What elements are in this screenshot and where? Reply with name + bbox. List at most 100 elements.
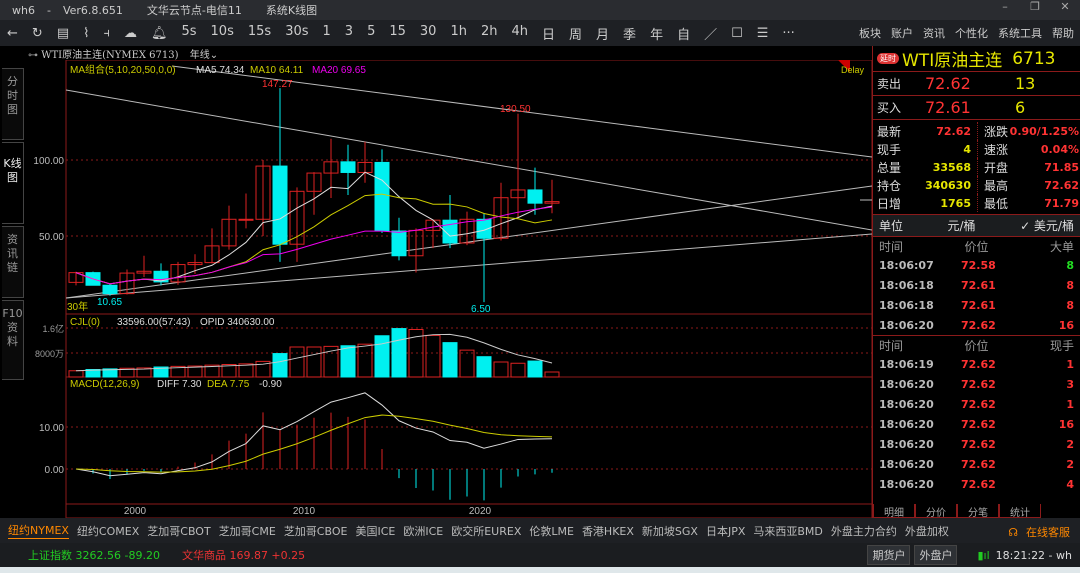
market-tab[interactable]: 美国ICE xyxy=(355,523,395,539)
open-interest-value: OPID 340630.00 xyxy=(200,317,275,328)
volume-bar xyxy=(527,360,543,378)
back-icon[interactable]: ← xyxy=(0,26,25,41)
period-16[interactable]: 年 xyxy=(643,24,670,43)
ma20-line xyxy=(75,206,553,285)
volume-bar xyxy=(391,328,407,378)
market-tab[interactable]: 香港HKEX xyxy=(582,523,634,539)
volume-bar xyxy=(510,362,526,378)
server-name: 文华云节点-电信11 xyxy=(146,4,242,17)
period-15[interactable]: 季 xyxy=(616,24,643,43)
column-header: 时间 xyxy=(879,239,904,254)
volume-bar xyxy=(544,371,560,378)
tab-2[interactable]: 分笔 xyxy=(957,504,999,519)
period-8[interactable]: 30 xyxy=(413,24,444,43)
line-chart-icon[interactable]: ⌇ xyxy=(76,26,96,41)
low2-label: 6.50 xyxy=(471,304,491,315)
volume-bar xyxy=(272,353,288,378)
ma5-value: MA5 74.34 xyxy=(196,65,245,76)
volume-bar xyxy=(442,342,458,378)
tab-1[interactable]: 分价 xyxy=(915,504,957,519)
layout-icon[interactable]: ☰ xyxy=(750,26,776,41)
table-row: 18:06:20 72.62 4 xyxy=(879,477,1074,491)
stat: 现手 4 xyxy=(877,142,971,157)
unit-yuan[interactable]: 元/桶 xyxy=(948,217,976,234)
period-17[interactable]: 自 xyxy=(670,24,697,43)
period-12[interactable]: 日 xyxy=(535,24,562,43)
period-4[interactable]: 1 xyxy=(316,24,338,43)
market-tab[interactable]: 欧洲ICE xyxy=(403,523,443,539)
period-11[interactable]: 4h xyxy=(504,24,535,43)
menu-item[interactable]: 帮助 xyxy=(1052,25,1074,41)
market-tab[interactable]: 外盘主力合约 xyxy=(831,523,897,539)
vol-tick: 8000万 xyxy=(35,349,64,359)
menu-item[interactable]: 系统工具 xyxy=(998,25,1042,41)
period-1[interactable]: 10s xyxy=(204,24,241,43)
market-tab[interactable]: 纽约NYMEX xyxy=(8,522,69,539)
stat: 涨跌 0.90/1.25% xyxy=(977,122,1080,140)
bell-icon[interactable]: 🔔︎ xyxy=(144,26,175,41)
table-row: 18:06:20 72.62 2 xyxy=(879,437,1074,451)
volume-bar xyxy=(459,349,475,378)
period-13[interactable]: 周 xyxy=(562,24,589,43)
market-tab[interactable]: 伦敦LME xyxy=(529,523,574,539)
market-tab[interactable]: 新加坡SGX xyxy=(642,523,698,539)
online-service[interactable]: ☊ 在线客服 xyxy=(1000,524,1070,540)
foreign-account-button[interactable]: 外盘户 xyxy=(914,545,958,565)
refresh-icon[interactable]: ↻ xyxy=(25,26,50,41)
market-tab[interactable]: 日本JPX xyxy=(706,523,745,539)
market-tab[interactable]: 芝加哥CBOE xyxy=(284,523,348,539)
futures-account-button[interactable]: 期货户 xyxy=(867,545,911,565)
period-10[interactable]: 2h xyxy=(474,24,505,43)
rectangle-icon[interactable]: ☐ xyxy=(724,26,750,41)
unit-usd[interactable]: ✓ 美元/桶 xyxy=(1020,217,1074,234)
stat: 持仓 340630 xyxy=(877,178,971,193)
market-tab[interactable]: 纽约COMEX xyxy=(77,523,139,539)
menu-item[interactable]: 个性化 xyxy=(955,25,988,41)
menu-item[interactable]: 账户 xyxy=(891,25,913,41)
period-0[interactable]: 5s xyxy=(174,24,203,43)
candle-icon[interactable]: ⫞ xyxy=(96,26,117,41)
period-3[interactable]: 30s xyxy=(278,24,315,43)
toolbar: ← ↻ ▤ ⌇ ⫞ ☁ 🔔︎ 5s 10s 15s 30s 1 3 5 15 30 1h 2h 4h 日… xyxy=(0,20,1080,46)
candle-body xyxy=(374,161,390,232)
kline-chart[interactable]: 100.00 50.00 1.6亿 8000万 10.00 0.00 2000 … xyxy=(0,60,872,518)
column-header: 时间 xyxy=(879,338,904,353)
delay-badge: 延时 xyxy=(877,53,899,64)
market-tab[interactable]: 欧交所EUREX xyxy=(451,523,521,539)
tab-0[interactable]: 明细 xyxy=(873,504,915,519)
menu-item[interactable]: 资讯 xyxy=(923,25,945,41)
maximize-button[interactable]: ❐ xyxy=(1020,0,1050,13)
quote-panel: 延时 WTI原油主连 6713 卖出 72.62 13 买入 72.61 6 最新 72.62… xyxy=(872,46,1080,519)
period-14[interactable]: 月 xyxy=(589,24,616,43)
market-tab[interactable]: 外盘加权 xyxy=(905,523,949,539)
table-row: 18:06:18 72.61 8 xyxy=(879,278,1074,292)
macd-select[interactable]: MACD(12,26,9) xyxy=(70,379,139,390)
cloud-icon[interactable]: ☁ xyxy=(117,26,144,41)
volume-bar xyxy=(374,335,390,378)
y-tick: 50.00 xyxy=(39,232,64,243)
volume-select[interactable]: CJL(0) xyxy=(70,317,100,328)
menu-item[interactable]: 板块 xyxy=(859,25,881,41)
market-tab[interactable]: 芝加哥CBOT xyxy=(147,523,210,539)
stat: 速涨 0.04% xyxy=(977,140,1080,158)
market-tabs: ☊ 在线客服 纽约NYMEX 纽约COMEX 芝加哥CBOT 芝加哥CME 芝加哥CBOE… xyxy=(0,518,1080,543)
quote-name: WTI原油主连 xyxy=(902,51,1003,71)
draw-line-icon[interactable]: ／ xyxy=(697,24,724,43)
ma-combo-select[interactable]: MA组合(5,10,20,50,0,0) xyxy=(70,63,176,76)
market-tab[interactable]: 马来西亚BMD xyxy=(753,523,823,539)
tab-3[interactable]: 统计 xyxy=(999,504,1041,519)
period-5[interactable]: 3 xyxy=(338,24,360,43)
x-tick: 2020 xyxy=(469,506,492,517)
minimize-button[interactable]: – xyxy=(990,0,1020,13)
period-7[interactable]: 15 xyxy=(382,24,413,43)
close-button[interactable]: ✕ xyxy=(1050,0,1080,13)
table-icon[interactable]: ▤ xyxy=(50,26,76,41)
stat: 总量 33568 xyxy=(877,160,971,175)
quote-code: 6713 xyxy=(1012,48,1056,69)
period-6[interactable]: 5 xyxy=(360,24,382,43)
period-2[interactable]: 15s xyxy=(241,24,278,43)
volume-bar xyxy=(68,370,84,378)
more-icon[interactable]: ··· xyxy=(775,26,801,41)
market-tab[interactable]: 芝加哥CME xyxy=(219,523,276,539)
period-9[interactable]: 1h xyxy=(443,24,474,43)
